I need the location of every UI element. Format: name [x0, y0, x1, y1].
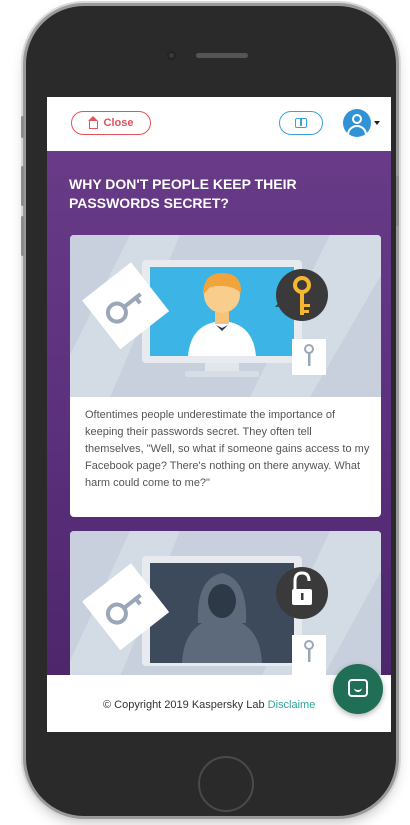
- phone-volume-down: [21, 216, 24, 256]
- lesson-card: Oftentimes people underestimate the impo…: [70, 235, 381, 517]
- card-illustration: [70, 235, 381, 397]
- chat-button[interactable]: [333, 664, 383, 714]
- page-title: WHY DON'T PEOPLE KEEP THEIR PASSWORDS SE…: [69, 176, 297, 211]
- front-camera: [167, 51, 176, 60]
- disclaimer-link[interactable]: Disclaime: [268, 699, 316, 711]
- user-avatar-icon[interactable]: [343, 109, 371, 137]
- copyright-text: © Copyright 2019 Kaspersky Lab Disclaime: [103, 699, 315, 711]
- close-button-label: Close: [103, 117, 134, 129]
- phone-power-button: [396, 176, 399, 226]
- home-button[interactable]: [198, 756, 254, 812]
- home-icon: [87, 115, 98, 129]
- person-monitor-key-illustration: [70, 235, 381, 397]
- caret-down-icon[interactable]: [374, 121, 380, 125]
- card-body-text: Oftentimes people underestimate the impo…: [85, 409, 370, 489]
- book-icon: [295, 118, 307, 128]
- close-button[interactable]: Close: [71, 111, 151, 135]
- chat-icon: [348, 679, 368, 697]
- copyright-label: © Copyright 2019 Kaspersky Lab: [103, 699, 265, 711]
- glossary-button[interactable]: [279, 111, 323, 135]
- phone-volume-up: [21, 166, 24, 206]
- top-bar: Close: [47, 97, 391, 151]
- earpiece-speaker: [196, 53, 248, 58]
- app-screen: Close WHY DON'T PEOPLE KEEP THEIR PASSWO…: [47, 97, 391, 732]
- phone-side-button: [21, 116, 24, 138]
